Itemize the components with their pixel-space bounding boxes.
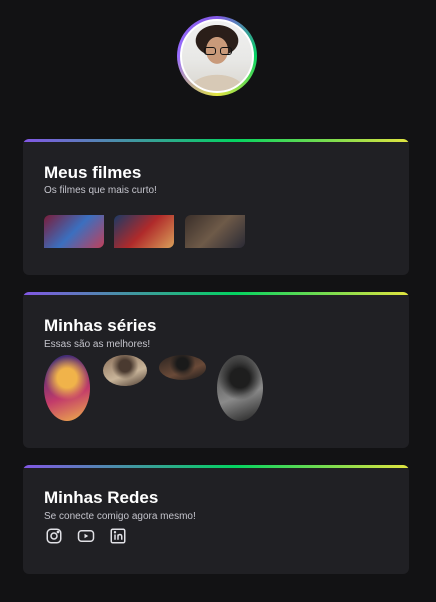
series-poster-3[interactable] — [159, 355, 206, 380]
movie-poster-2[interactable] — [114, 215, 174, 248]
movie-poster-3[interactable] — [185, 215, 245, 248]
series-poster-2[interactable] — [103, 355, 147, 386]
movies-card: Meus filmes Os filmes que mais curto! — [23, 139, 409, 275]
avatar — [177, 16, 257, 96]
instagram-link[interactable] — [45, 527, 63, 545]
instagram-icon — [46, 528, 62, 544]
series-poster-1[interactable] — [44, 355, 90, 421]
glasses-detail — [204, 47, 234, 55]
youtube-icon — [77, 530, 95, 542]
linkedin-link[interactable] — [109, 527, 127, 545]
movies-title: Meus filmes — [44, 163, 142, 182]
series-title: Minhas séries — [44, 316, 157, 335]
social-title: Minhas Redes — [44, 488, 159, 507]
youtube-link[interactable] — [77, 527, 95, 545]
movies-subtitle: Os filmes que mais curto! — [44, 185, 157, 196]
social-subtitle: Se conecte comigo agora mesmo! — [44, 511, 196, 522]
social-card: Minhas Redes Se conecte comigo agora mes… — [23, 465, 409, 574]
series-subtitle: Essas são as melhores! — [44, 339, 151, 350]
linkedin-icon — [110, 528, 126, 544]
avatar-photo — [180, 19, 254, 93]
series-poster-4[interactable] — [217, 355, 263, 421]
series-card: Minhas séries Essas são as melhores! — [23, 292, 409, 448]
movie-poster-1[interactable] — [44, 215, 104, 248]
